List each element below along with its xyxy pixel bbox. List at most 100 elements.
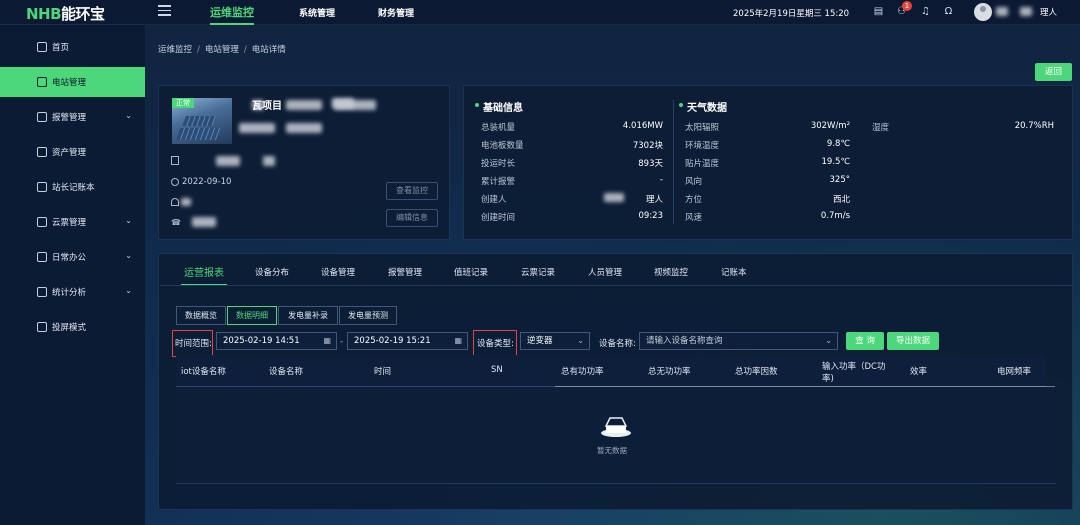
basic-label: 创建时间 xyxy=(481,213,516,223)
headset-icon[interactable]: Ω xyxy=(943,6,954,17)
weather-label: 贴片温度 xyxy=(685,159,720,169)
weather-value: 19.5℃ xyxy=(821,157,850,167)
redacted-text xyxy=(181,198,191,206)
avatar[interactable] xyxy=(974,3,992,21)
ledger-icon xyxy=(37,182,47,192)
top-tab-finance[interactable]: 财务管理 xyxy=(378,6,414,19)
empty-box-icon xyxy=(601,417,631,437)
column-header: 电网频率 xyxy=(997,367,1032,377)
menu-toggle-icon[interactable] xyxy=(158,5,171,17)
breadcrumb-item: 电站详情 xyxy=(251,45,286,55)
column-header: 率) xyxy=(822,374,834,384)
breadcrumb: 运维监控 / 电站管理 / 电站详情 xyxy=(158,45,286,55)
tab-device-distribution[interactable]: 设备分布 xyxy=(255,266,289,278)
top-tab-system[interactable]: 系统管理 xyxy=(299,6,335,19)
edit-info-button[interactable]: 编辑信息 xyxy=(386,209,438,227)
notification-badge: 1 xyxy=(902,1,912,11)
divider xyxy=(673,100,674,224)
station-thumbnail: 正常 xyxy=(172,98,232,144)
sidebar-item-stats[interactable]: 统计分析 ⌄ xyxy=(0,277,145,307)
column-header: 总有功功率 xyxy=(561,367,604,377)
tab-personnel[interactable]: 人员管理 xyxy=(588,266,622,278)
tab-alarm-management[interactable]: 报警管理 xyxy=(388,266,422,278)
station-icon xyxy=(37,77,47,87)
back-button[interactable]: 返回 xyxy=(1035,63,1072,81)
office-icon xyxy=(37,252,47,262)
redacted-text xyxy=(192,217,216,227)
view-monitor-button[interactable]: 查看监控 xyxy=(386,182,438,200)
top-bar: NHB能环宝 运维监控 系统管理 财务管理 2025年2月19日星期三 15:2… xyxy=(0,0,1080,25)
device-type-select[interactable]: 逆变器 ⌄ xyxy=(520,332,590,350)
sidebar-item-asset[interactable]: 资产管理 xyxy=(0,137,145,167)
chevron-down-icon: ⌄ xyxy=(825,336,832,345)
logo[interactable]: NHB能环宝 xyxy=(26,3,105,24)
subtab-forecast[interactable]: 发电量预测 xyxy=(339,306,397,325)
sidebar-item-home[interactable]: 首页 xyxy=(0,32,145,62)
redacted-text xyxy=(286,123,322,133)
redacted-text xyxy=(263,156,275,166)
calendar-icon: ▦ xyxy=(454,336,462,345)
sidebar-item-station[interactable]: 电站管理 xyxy=(0,67,145,97)
document-icon[interactable]: ▤ xyxy=(873,6,884,17)
weather-label: 太阳辐照 xyxy=(685,123,720,133)
tab-duty-record[interactable]: 值班记录 xyxy=(454,266,488,278)
breadcrumb-item[interactable]: 电站管理 xyxy=(205,45,239,55)
query-button[interactable]: 查 询 xyxy=(846,332,884,350)
clock-icon xyxy=(171,178,179,186)
tab-video-monitor[interactable]: 视频监控 xyxy=(654,266,688,278)
redacted-text xyxy=(332,98,354,108)
column-header: 时间 xyxy=(374,367,392,377)
humidity-label: 湿度 xyxy=(872,123,890,133)
subtab-overview[interactable]: 数据概览 xyxy=(176,306,226,325)
bell-icon[interactable]: ♫ xyxy=(920,6,931,17)
device-name-input[interactable]: 请输入设备名称查询 ⌄ xyxy=(639,332,838,350)
breadcrumb-item[interactable]: 运维监控 xyxy=(158,45,192,55)
column-header: SN xyxy=(491,365,503,375)
tab-ticket-record[interactable]: 云票记录 xyxy=(521,266,555,278)
sidebar-item-alarm[interactable]: 报警管理 ⌄ xyxy=(0,102,145,132)
start-time-input[interactable]: 2025-02-19 14:51 ▦ xyxy=(216,332,337,350)
sidebar-item-office[interactable]: 日常办公 ⌄ xyxy=(0,242,145,272)
end-time-input[interactable]: 2025-02-19 15:21 ▦ xyxy=(347,332,468,350)
building-icon xyxy=(171,156,179,165)
range-separator: - xyxy=(340,337,344,347)
chevron-down-icon: ⌄ xyxy=(125,216,132,225)
column-header: 总功率因数 xyxy=(735,367,778,377)
redacted-text xyxy=(216,156,240,166)
calendar-icon: ▦ xyxy=(323,336,331,345)
top-tab-ops[interactable]: 运维监控 xyxy=(210,4,254,25)
sidebar-item-ticket[interactable]: 云票管理 ⌄ xyxy=(0,207,145,237)
user-name[interactable]: 理人 xyxy=(1040,6,1057,18)
ticket-icon xyxy=(37,217,47,227)
tab-ledger[interactable]: 记账本 xyxy=(721,266,747,278)
home-icon xyxy=(37,42,47,52)
tab-operation-report[interactable]: 运营报表 xyxy=(181,264,227,286)
empty-text: 暂无数据 xyxy=(597,446,627,455)
basic-label: 投运时长 xyxy=(481,159,516,169)
project-title: 瓦项目 xyxy=(252,101,282,112)
tab-device-management[interactable]: 设备管理 xyxy=(321,266,355,278)
basic-label: 电池板数量 xyxy=(481,141,524,151)
station-date: 2022-09-10 xyxy=(182,177,232,187)
column-header: 总无功功率 xyxy=(648,367,691,377)
person-icon xyxy=(171,198,179,206)
screen-icon xyxy=(37,322,47,332)
subtab-supplement[interactable]: 发电量补录 xyxy=(278,306,338,325)
sidebar-item-screen[interactable]: 投屏模式 xyxy=(0,312,145,342)
basic-label: 累计报警 xyxy=(481,177,516,187)
export-button[interactable]: 导出数据 xyxy=(887,332,939,350)
chevron-down-icon: ⌄ xyxy=(125,251,132,260)
weather-label: 环境温度 xyxy=(685,141,720,151)
basic-value: 7302块 xyxy=(632,141,663,151)
alarm-icon xyxy=(37,112,47,122)
info-card xyxy=(463,85,1073,240)
weather-value: 西北 xyxy=(832,195,850,205)
stats-icon xyxy=(37,287,47,297)
column-header: 效率 xyxy=(910,367,928,377)
weather-value: 302W/m² xyxy=(810,121,850,131)
logo-name: 能环宝 xyxy=(61,5,105,23)
basic-value: 09:23 xyxy=(638,211,664,221)
subtab-detail[interactable]: 数据明细 xyxy=(227,306,277,325)
sidebar-item-ledger[interactable]: 站长记账本 xyxy=(0,172,145,202)
basic-value: 理人 xyxy=(645,195,663,205)
